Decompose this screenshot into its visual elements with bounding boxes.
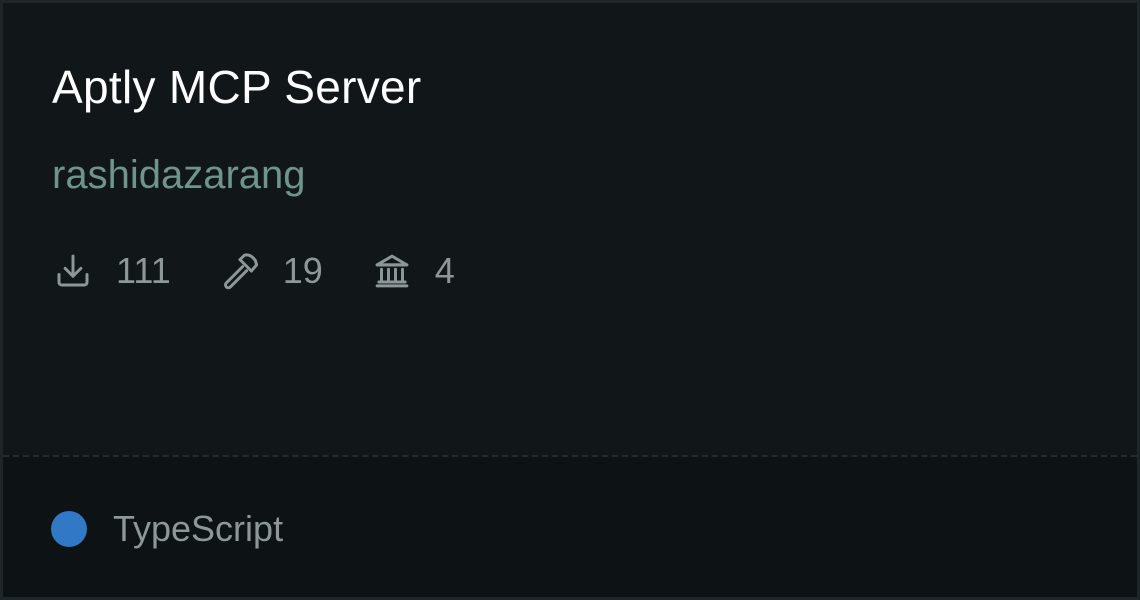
hammer-icon	[219, 250, 261, 292]
stat-tools: 19	[219, 249, 323, 293]
bank-icon	[371, 250, 413, 292]
stat-downloads: 111	[52, 249, 171, 293]
download-icon	[52, 250, 94, 292]
stats-row: 111 19 4	[52, 247, 503, 295]
language-name: TypeScript	[113, 508, 284, 549]
tools-count: 19	[282, 250, 323, 291]
resources-count: 4	[434, 250, 455, 291]
language-color-dot	[51, 511, 87, 547]
card-title[interactable]: Aptly MCP Server	[52, 59, 422, 115]
server-card[interactable]: Aptly MCP Server rashidazarang 111 19 4 …	[0, 0, 1140, 600]
card-body: Aptly MCP Server rashidazarang 111 19 4	[3, 3, 1137, 455]
card-author[interactable]: rashidazarang	[52, 149, 306, 201]
downloads-count: 111	[116, 250, 171, 291]
stat-resources: 4	[371, 249, 455, 293]
language-tag: TypeScript	[51, 507, 283, 551]
